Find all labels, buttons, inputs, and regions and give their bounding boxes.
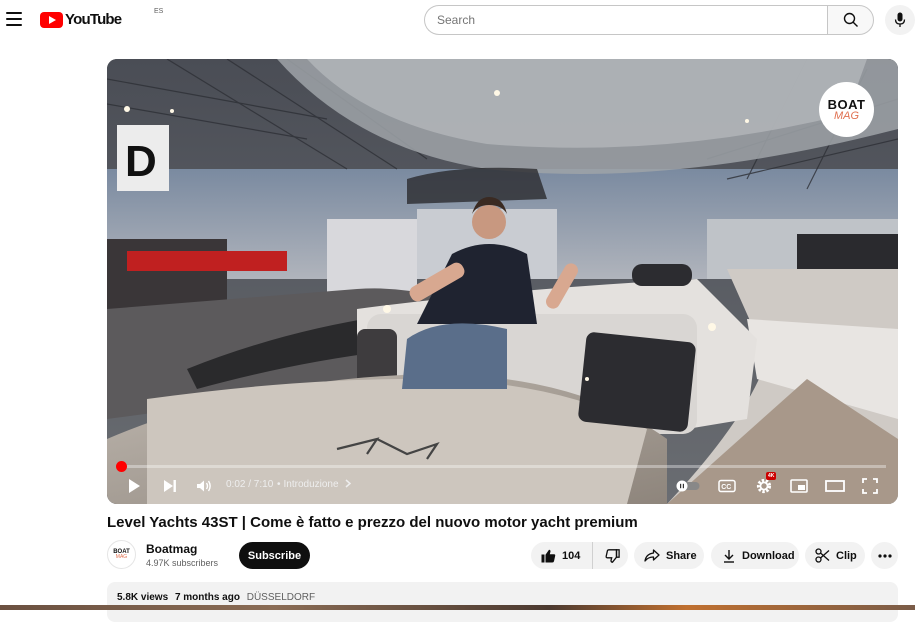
next-icon — [164, 480, 176, 492]
watermark-bottom: MAG — [833, 109, 860, 122]
share-label: Share — [666, 549, 697, 562]
captions-button[interactable]: CC — [716, 474, 738, 498]
voice-search-button[interactable] — [885, 5, 915, 35]
avatar-text-bottom: MAG — [115, 554, 128, 560]
scissors-icon — [815, 548, 830, 563]
download-label: Download — [742, 549, 795, 562]
view-count: 5.8K views — [117, 592, 169, 603]
mute-button[interactable] — [193, 474, 215, 498]
masthead: YouTube ES — [0, 0, 915, 40]
upload-age: 7 months ago — [174, 592, 240, 603]
captions-icon: CC — [718, 479, 736, 493]
video-player[interactable]: D BOAT MAG 0:02 / 7:10 • Introduzione CC… — [107, 59, 898, 504]
search-box — [424, 5, 874, 35]
search-icon — [843, 12, 858, 27]
bottom-thumbnail-strip — [0, 605, 915, 610]
theater-mode-button[interactable] — [823, 474, 847, 498]
more-horizontal-icon — [877, 553, 892, 558]
download-icon — [724, 549, 734, 563]
time-display: 0:02 / 7:10 — [226, 479, 274, 490]
download-button[interactable]: Download — [711, 542, 799, 569]
share-button[interactable]: Share — [634, 542, 704, 569]
channel-name[interactable]: Boatmag — [146, 542, 197, 556]
svg-text:CC: CC — [721, 484, 731, 491]
logo-text: YouTube — [65, 11, 122, 28]
location-tag[interactable]: DÜSSELDORF — [247, 592, 315, 603]
theater-mode-icon — [825, 480, 845, 492]
play-icon — [129, 479, 140, 493]
menu-icon[interactable] — [6, 12, 22, 26]
dislike-button[interactable] — [593, 542, 632, 569]
settings-button[interactable]: 4K — [752, 472, 777, 498]
like-dislike-group: 104 — [531, 542, 628, 569]
autoplay-toggle[interactable] — [675, 474, 701, 498]
miniplayer-icon — [790, 479, 808, 493]
video-meta: 5.8K views 7 months ago DÜSSELDORF — [117, 592, 315, 603]
clip-button[interactable]: Clip — [805, 542, 865, 569]
fullscreen-button[interactable] — [859, 474, 881, 498]
like-button[interactable]: 104 — [531, 542, 594, 569]
player-controls: 0:02 / 7:10 • Introduzione CC 4K — [107, 471, 898, 501]
description-box[interactable]: 5.8K views 7 months ago DÜSSELDORF — [107, 582, 898, 622]
chapter-label: Introduzione — [283, 479, 339, 490]
next-button[interactable] — [159, 474, 181, 498]
play-button[interactable] — [123, 474, 145, 498]
quality-badge: 4K — [766, 472, 777, 480]
search-input[interactable] — [424, 5, 827, 35]
watermark-top: BOAT — [827, 96, 866, 112]
more-actions-button[interactable] — [871, 542, 898, 569]
microphone-icon — [894, 12, 906, 27]
subscribe-button[interactable]: Subscribe — [239, 542, 310, 569]
clip-label: Clip — [836, 549, 857, 562]
chevron-right-icon — [345, 479, 352, 488]
volume-icon — [197, 480, 211, 492]
youtube-play-icon — [40, 11, 63, 28]
like-count: 104 — [562, 549, 581, 562]
thumbs-up-icon — [541, 549, 556, 562]
video-frame: D — [107, 59, 898, 504]
thumbs-down-icon — [605, 548, 621, 563]
channel-avatar[interactable]: BOAT MAG — [107, 540, 136, 569]
svg-text:D: D — [125, 137, 157, 186]
progress-bar[interactable] — [116, 461, 886, 472]
search-button[interactable] — [827, 5, 874, 35]
channel-watermark[interactable]: BOAT MAG — [819, 82, 874, 137]
youtube-logo[interactable]: YouTube ES — [40, 8, 163, 28]
chapter-title[interactable]: • Introduzione — [277, 479, 352, 490]
country-code: ES — [154, 8, 164, 15]
share-icon — [644, 549, 660, 562]
video-title: Level Yachts 43ST | Come è fatto e prezz… — [107, 514, 638, 531]
miniplayer-button[interactable] — [788, 474, 810, 498]
subscriber-count: 4.97K subscribers — [146, 558, 219, 568]
fullscreen-icon — [862, 478, 878, 494]
autoplay-toggle-icon — [676, 480, 700, 492]
